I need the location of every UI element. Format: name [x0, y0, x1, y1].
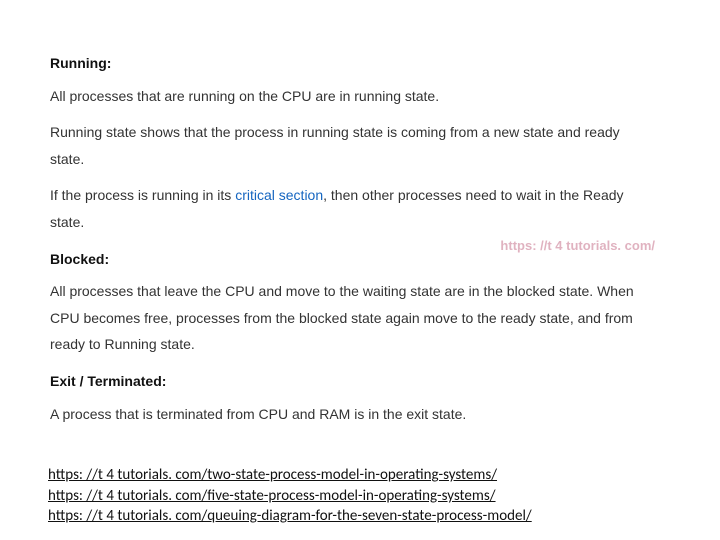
- watermark-url: https: //t 4 tutorials. com/: [500, 238, 655, 253]
- link-critical-section[interactable]: critical section: [235, 187, 323, 203]
- heading-exit: Exit / Terminated:: [50, 368, 650, 395]
- footer-link-five-state[interactable]: https: //t 4 tutorials. com/five-state-p…: [48, 486, 532, 506]
- footer-link-queuing-diagram[interactable]: https: //t 4 tutorials. com/queuing-diag…: [48, 506, 532, 526]
- paragraph: All processes that leave the CPU and mov…: [50, 278, 650, 358]
- footer-link-list: https: //t 4 tutorials. com/two-state-pr…: [48, 465, 532, 526]
- paragraph: If the process is running in its critica…: [50, 182, 650, 235]
- paragraph: Running state shows that the process in …: [50, 119, 650, 172]
- heading-running: Running:: [50, 50, 650, 77]
- text-fragment: If the process is running in its: [50, 187, 235, 203]
- footer-link-two-state[interactable]: https: //t 4 tutorials. com/two-state-pr…: [48, 465, 532, 485]
- paragraph: All processes that are running on the CP…: [50, 83, 650, 110]
- paragraph: A process that is terminated from CPU an…: [50, 401, 650, 428]
